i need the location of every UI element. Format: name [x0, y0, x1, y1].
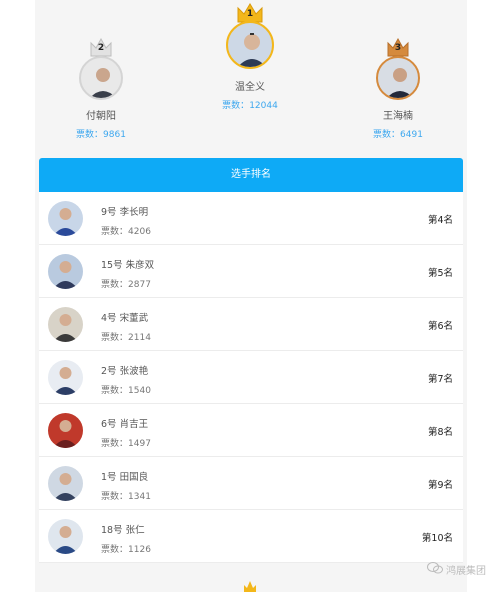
avatar[interactable]: [376, 56, 420, 100]
podium-third[interactable]: 3 王海楠 票数：6491: [368, 36, 428, 146]
gold-crown-icon: [243, 579, 257, 592]
avatar[interactable]: [48, 307, 83, 342]
vote-count: 票数：4206: [101, 227, 151, 237]
vote-count: 票数：1540: [101, 386, 151, 396]
list-item[interactable]: 15号 朱彦双 票数：2877 第5名: [39, 245, 463, 298]
watermark-text: 鸿展集团: [446, 566, 486, 577]
rank-label: 第8名: [427, 427, 453, 438]
list-item[interactable]: 18号 张仁 票数：1126 第10名: [39, 510, 463, 563]
list-item[interactable]: 9号 李长明 票数：4206 第4名: [39, 192, 463, 245]
avatar[interactable]: [48, 360, 83, 395]
rank-label: 第7名: [427, 374, 453, 385]
avatar[interactable]: [79, 56, 123, 100]
podium-second[interactable]: 2 付朝阳 票数：9861: [71, 36, 131, 146]
vote-count: 票数：1497: [101, 439, 151, 449]
vote-count: 票数：1341: [101, 492, 151, 502]
contestant-name: 2号 张波艳: [101, 366, 149, 377]
rank-number: 3: [394, 43, 402, 53]
contestant-name: 1号 田国良: [101, 472, 149, 483]
rank-number: 1: [246, 9, 254, 19]
ranking-list: 9号 李长明 票数：4206 第4名 15号 朱彦双 票数：2877 第5名 4号 宋董武票…: [39, 192, 463, 563]
ranking-header: 选手排名: [39, 158, 463, 192]
vote-count: 票数：9861: [76, 130, 126, 140]
rank-number: 2: [97, 43, 105, 53]
vote-count: 票数：2877: [101, 280, 151, 290]
avatar[interactable]: [48, 201, 83, 236]
ranking-card: 1 温全义 票数：12044 2 付朝阳 票数：9861 3 王海楠 票数：64…: [35, 0, 467, 592]
podium: 1 温全义 票数：12044 2 付朝阳 票数：9861 3 王海楠 票数：64…: [35, 0, 467, 158]
rank-label: 第5名: [427, 268, 453, 279]
vote-count: 票数：1126: [101, 545, 151, 555]
list-item[interactable]: 6号 肖吉王 票数：1497 第8名: [39, 404, 463, 457]
vote-count: 票数：2114: [101, 333, 151, 343]
wechat-icon: [427, 562, 443, 577]
silver-crown-icon: 2: [89, 38, 113, 58]
watermark: 鸿展集团: [427, 562, 486, 577]
contestant-name: 18号 张仁: [101, 525, 145, 536]
contestant-name: 9号 李长明: [101, 207, 149, 218]
vote-count: 票数：12044: [222, 101, 278, 111]
contestant-name: 付朝阳: [86, 111, 116, 122]
contestant-name: 王海楠: [383, 111, 413, 122]
podium-first[interactable]: 1 温全义 票数：12044: [220, 0, 280, 115]
rank-label: 第10名: [421, 533, 453, 544]
list-item[interactable]: 2号 张波艳 票数：1540 第7名: [39, 351, 463, 404]
vote-count: 票数：6491: [373, 130, 423, 140]
list-item[interactable]: 4号 宋董武 票数：2114 第6名: [39, 298, 463, 351]
avatar[interactable]: [48, 413, 83, 448]
bronze-crown-icon: 3: [386, 38, 410, 58]
contestant-name: 15号 朱彦双: [101, 260, 155, 271]
rank-label: 第6名: [427, 321, 453, 332]
rank-label: 第4名: [427, 215, 453, 226]
avatar[interactable]: [48, 519, 83, 554]
list-item[interactable]: 1号 田国良 票数：1341 第9名: [39, 457, 463, 510]
avatar[interactable]: [48, 466, 83, 501]
rank-label: 第9名: [427, 480, 453, 491]
contestant-name: 4号 宋董武: [101, 313, 149, 324]
avatar[interactable]: [226, 21, 274, 69]
avatar[interactable]: [48, 254, 83, 289]
contestant-name: 温全义: [235, 82, 265, 93]
contestant-name: 6号 肖吉王: [101, 419, 149, 430]
